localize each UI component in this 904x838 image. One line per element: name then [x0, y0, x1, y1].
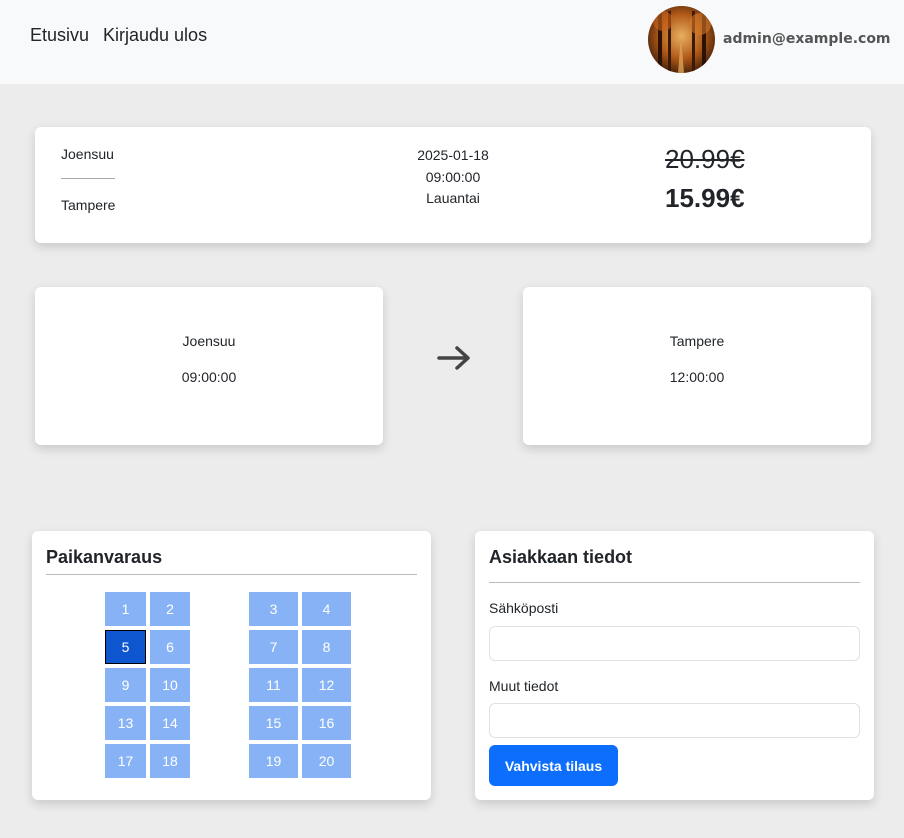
nav-logout-link[interactable]: Kirjaudu ulos — [103, 25, 207, 46]
seat-9[interactable]: 9 — [105, 668, 146, 702]
user-email: admin@example.com — [723, 31, 891, 47]
seat-10[interactable]: 10 — [150, 668, 190, 702]
seat-11[interactable]: 11 — [249, 668, 298, 702]
seat-1[interactable]: 1 — [105, 592, 146, 626]
divider — [46, 574, 417, 575]
seat-5[interactable]: 5 — [105, 630, 146, 664]
trip-time: 09:00:00 — [425, 168, 481, 185]
confirm-order-button[interactable]: Vahvista tilaus — [489, 745, 618, 786]
new-price: 15.99€ — [665, 183, 745, 213]
trip-to: Tampere — [61, 197, 116, 213]
seat-7[interactable]: 7 — [249, 630, 298, 664]
email-field[interactable] — [489, 626, 860, 661]
trip-summary-card: Joensuu Tampere 2025-01-18 09:00:00 Laua… — [35, 127, 871, 243]
email-label: Sähköposti — [489, 600, 559, 616]
seat-15[interactable]: 15 — [249, 706, 298, 740]
seat-2[interactable]: 2 — [150, 592, 190, 626]
divider — [489, 582, 860, 583]
trip-weekday: Lauantai — [426, 190, 480, 206]
old-price: 20.99€ — [665, 144, 745, 174]
seat-20[interactable]: 20 — [302, 744, 351, 778]
seat-14[interactable]: 14 — [150, 706, 190, 740]
seat-18[interactable]: 18 — [150, 744, 190, 778]
departure-card: Joensuu 09:00:00 — [35, 287, 383, 445]
departure-city: Joensuu — [182, 333, 236, 349]
departure-time: 09:00:00 — [181, 369, 237, 385]
seat-16[interactable]: 16 — [302, 706, 351, 740]
trip-datetime: 2025-01-18 09:00:00 Lauantai — [393, 145, 513, 210]
seat-3[interactable]: 3 — [249, 592, 298, 626]
seat-reservation-card: Paikanvaraus 1 2 3 4 5 6 7 8 9 10 11 12 13 14 15 16 17 18… — [32, 531, 431, 800]
seat-4[interactable]: 4 — [302, 592, 351, 626]
seat-8[interactable]: 8 — [302, 630, 351, 664]
seat-reservation-title: Paikanvaraus — [46, 547, 163, 567]
seat-17[interactable]: 17 — [105, 744, 146, 778]
nav-home-link[interactable]: Etusivu — [30, 25, 89, 46]
other-info-label: Muut tiedot — [489, 678, 559, 694]
top-navbar: Etusivu Kirjaudu ulos admin@example.com — [0, 0, 904, 84]
arrow-right-icon — [437, 346, 470, 370]
arrival-card: Tampere 12:00:00 — [523, 287, 871, 445]
seat-6[interactable]: 6 — [150, 630, 190, 664]
customer-info-title: Asiakkaan tiedot — [489, 547, 633, 567]
other-info-field[interactable] — [489, 703, 860, 738]
arrival-city: Tampere — [669, 333, 725, 349]
seat-19[interactable]: 19 — [249, 744, 298, 778]
avatar[interactable] — [648, 6, 715, 73]
trip-from: Joensuu — [61, 146, 114, 162]
arrival-time: 12:00:00 — [669, 369, 725, 385]
divider — [61, 178, 115, 179]
trip-date: 2025-01-18 — [417, 147, 489, 163]
customer-info-card: Asiakkaan tiedot Sähköposti Muut tiedot … — [475, 531, 874, 800]
seat-12[interactable]: 12 — [302, 668, 351, 702]
seat-13[interactable]: 13 — [105, 706, 146, 740]
